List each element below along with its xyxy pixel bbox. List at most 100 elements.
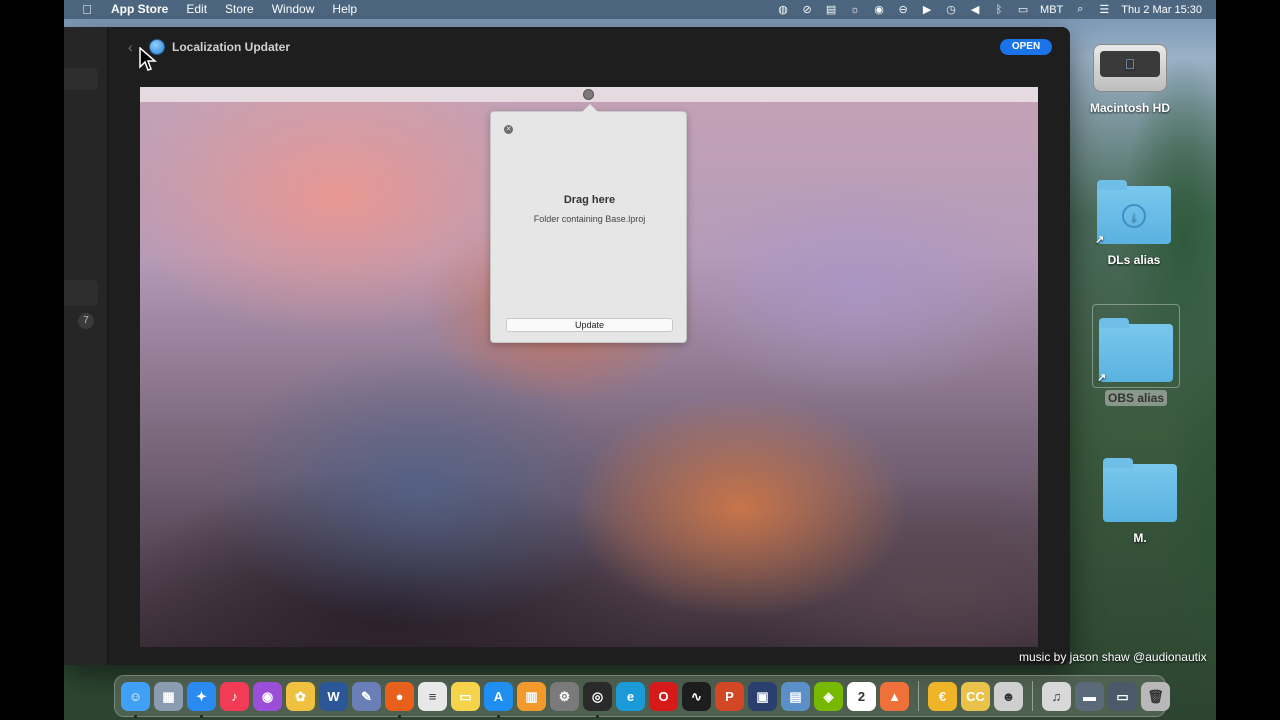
play-icon[interactable]: ▶ <box>920 3 934 17</box>
dock-glyph: ☺ <box>128 688 143 704</box>
minus-circle-icon[interactable]: ⊖ <box>896 3 910 17</box>
dock-mascot-icon[interactable]: ☻ <box>994 681 1023 711</box>
desktop-item-m[interactable]: M. <box>1094 458 1186 546</box>
dock-glyph: ▬ <box>1083 688 1096 704</box>
dock-glyph: A <box>493 688 504 704</box>
dock-glyph: ⚙ <box>558 688 571 704</box>
dock-firefox-icon[interactable]: ● <box>385 681 414 718</box>
time-machine-icon[interactable]: ◷ <box>944 3 958 17</box>
dock-word-icon[interactable]: W <box>319 681 348 711</box>
dock-glyph: e <box>626 688 635 704</box>
dock-glyph: ◈ <box>823 688 834 704</box>
drag-title: Drag here <box>563 194 616 206</box>
desktop-item-dls-alias[interactable]: ↓ ↗ DLs alias <box>1088 180 1180 268</box>
apple-logo-icon[interactable]:  <box>72 2 102 17</box>
menu-edit[interactable]: Edit <box>177 0 216 19</box>
drag-subtitle: Folder containing Base.lproj <box>533 214 646 224</box>
dock-glyph: € <box>938 688 947 704</box>
dock-glyph: ♫ <box>1051 688 1062 704</box>
app-title: Localization Updater <box>172 40 291 54</box>
app-store-window: 7 ‹ Localization Updater OPEN ✕ Drag her… <box>64 27 1070 665</box>
alias-arrow-icon: ↗ <box>1097 372 1107 384</box>
updates-badge: 7 <box>78 313 94 329</box>
back-chevron-icon[interactable]: ‹ <box>128 39 133 55</box>
screen-recorder-icon[interactable]: ◉ <box>872 3 886 17</box>
dock-safari-icon[interactable]: ✦ <box>187 681 216 718</box>
dock-activity-monitor-icon[interactable]: ∿ <box>682 681 711 711</box>
volume-icon[interactable]: ◀ <box>968 3 982 17</box>
desktop-item-macintosh-hd[interactable]:  Macintosh HD <box>1084 44 1176 116</box>
letterbox-left <box>0 0 64 720</box>
battery-icon[interactable]: ▭ <box>1016 3 1030 17</box>
dock-launchpad-icon[interactable]: ▦ <box>154 681 183 711</box>
dock-trash-icon[interactable]: 🗑 <box>1141 681 1170 711</box>
open-button[interactable]: OPEN <box>1000 39 1052 55</box>
dock-glyph: ▦ <box>162 688 175 704</box>
dock-music-icon[interactable]: ♪ <box>220 681 249 711</box>
control-center-icon[interactable]: ☰ <box>1097 3 1111 17</box>
hard-drive-icon:  <box>1093 44 1167 92</box>
menu-window[interactable]: Window <box>263 0 324 19</box>
brightness-icon[interactable]: ☼ <box>848 3 862 17</box>
dock-movie-icon[interactable]: ▬ <box>1075 681 1104 711</box>
menu-app-store[interactable]: App Store <box>102 0 177 19</box>
desktop-item-obs-alias[interactable]: ↗ OBS alias <box>1090 318 1182 406</box>
menu-help[interactable]: Help <box>323 0 366 19</box>
dock-glyph: ▣ <box>756 688 769 704</box>
sidebar: 7 <box>64 27 108 665</box>
dock-app-store-icon[interactable]: A <box>484 681 513 718</box>
menu-store[interactable]: Store <box>216 0 263 19</box>
bluetooth-icon[interactable]: ᛒ <box>992 3 1006 17</box>
dock-music-docs-icon[interactable]: ♫ <box>1042 681 1071 711</box>
dock-powerpoint-icon[interactable]: P <box>715 681 744 711</box>
update-button[interactable]: Update <box>506 318 673 332</box>
dock-screen-recorder-icon[interactable]: ▣ <box>748 681 777 711</box>
dock-projector-icon[interactable]: ▭ <box>1108 681 1137 711</box>
dock-glyph: ♪ <box>231 688 238 704</box>
dock-glyph: P <box>725 688 734 704</box>
keyboard-layout[interactable]: MBT <box>1040 4 1063 16</box>
dock-edge-icon[interactable]: e <box>616 681 645 711</box>
vpn-icon[interactable]: ◍ <box>776 3 790 17</box>
dock-calendar-icon[interactable]: 2 <box>847 681 876 711</box>
dock-glyph: ✎ <box>361 688 372 704</box>
running-indicator <box>398 714 401 718</box>
dock-notes-icon[interactable]: ▭ <box>451 681 480 711</box>
screenshot-preview[interactable]: ✕ Drag here Folder containing Base.lproj… <box>140 87 1038 647</box>
grid-icon[interactable]: ▤ <box>824 3 838 17</box>
dock-nvidia-icon[interactable]: ◈ <box>814 681 843 711</box>
dock-glyph: ▲ <box>888 688 901 704</box>
dock-system-preferences-icon[interactable]: ⚙ <box>550 681 579 711</box>
dock-closed-captions-icon[interactable]: CC <box>961 681 990 711</box>
dock-preview-icon[interactable]: ▤ <box>781 681 810 711</box>
dock-currency-icon[interactable]: € <box>928 681 957 711</box>
sidebar-item[interactable] <box>64 280 98 306</box>
dock-obs-icon[interactable]: ◎ <box>583 681 612 718</box>
sidebar-item[interactable] <box>64 68 98 90</box>
close-icon[interactable]: ✕ <box>504 125 513 134</box>
dock: ☺ ▦ ✦ ♪ ◉ ✿ W ✎ ● ≡ ▭ A ▥ ⚙ ◎ e O ∿ P ▣ ▤ ◈ 2 ▲ € CC ☻ ♫ ▬ ▭ 🗑 <box>114 675 1170 718</box>
running-indicator <box>200 714 203 718</box>
dock-separator <box>1032 681 1033 711</box>
dock-books-icon[interactable]: ▥ <box>517 681 546 711</box>
dock-textedit-icon[interactable]: ≡ <box>418 681 447 711</box>
dock-finder-icon[interactable]: ☺ <box>121 681 150 718</box>
dock-swift-playgrounds-icon[interactable]: ▲ <box>880 681 909 711</box>
dock-separator <box>918 681 919 711</box>
dock-opera-icon[interactable]: O <box>649 681 678 711</box>
running-indicator <box>134 714 137 718</box>
running-indicator <box>596 714 599 718</box>
dock-glyph: W <box>327 688 340 704</box>
dock-podcasts-icon[interactable]: ◉ <box>253 681 282 711</box>
dock-glyph: ◎ <box>591 688 604 704</box>
dock-photos-icon[interactable]: ✿ <box>286 681 315 711</box>
menu-bar:  App Store Edit Store Window Help ◍ ⊘ ▤… <box>64 0 1216 19</box>
dock-glyph: 2 <box>857 688 866 704</box>
clock[interactable]: Thu 2 Mar 15:30 <box>1121 4 1202 16</box>
dock-ruler-icon[interactable]: ✎ <box>352 681 381 711</box>
dock-glyph: ≡ <box>428 688 437 704</box>
spotlight-search-icon[interactable]: ⌕ <box>1073 3 1087 17</box>
desktop-item-label: M. <box>1133 531 1147 545</box>
dock-glyph: ▤ <box>789 688 802 704</box>
compass-icon[interactable]: ⊘ <box>800 3 814 17</box>
